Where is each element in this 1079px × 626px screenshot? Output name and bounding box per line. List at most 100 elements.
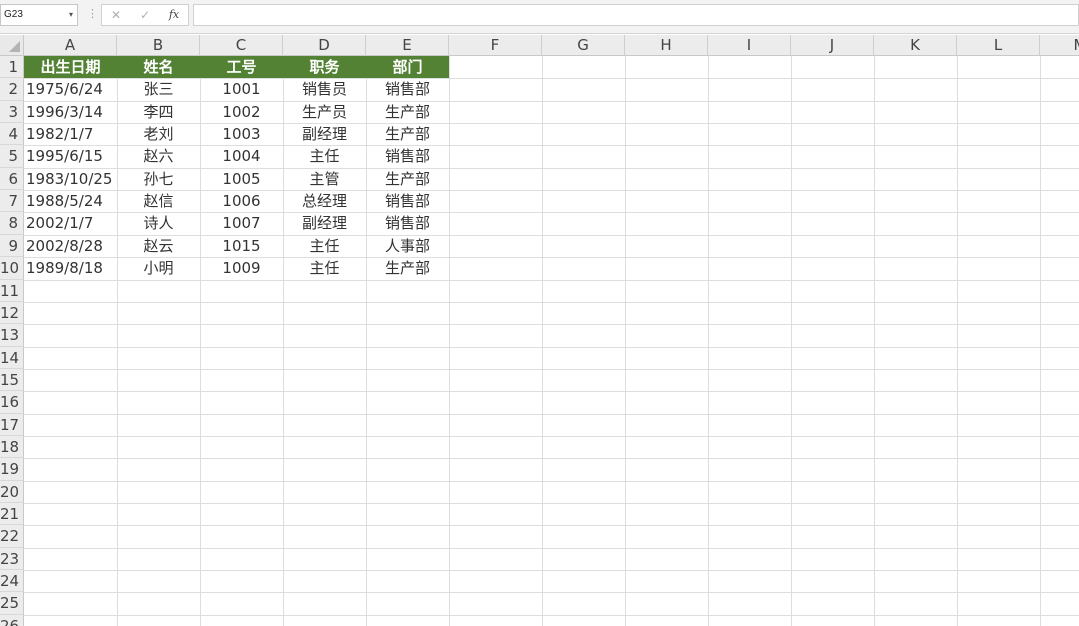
- table-cell[interactable]: 主管: [283, 168, 366, 190]
- table-cell[interactable]: 1003: [200, 123, 283, 145]
- table-cell[interactable]: 张三: [117, 78, 200, 100]
- row-header-15[interactable]: 15: [0, 369, 24, 391]
- table-header-cell[interactable]: 工号: [200, 56, 283, 78]
- column-gridline: [542, 56, 543, 626]
- insert-function-icon[interactable]: fx: [162, 5, 186, 25]
- column-header-k[interactable]: K: [874, 35, 957, 56]
- row-header-13[interactable]: 13: [0, 324, 24, 347]
- row-header-19[interactable]: 19: [0, 458, 24, 481]
- row-header-11[interactable]: 11: [0, 280, 24, 302]
- table-header-cell[interactable]: 部门: [366, 56, 449, 78]
- column-header-b[interactable]: B: [117, 35, 200, 56]
- column-header-h[interactable]: H: [625, 35, 708, 56]
- table-cell[interactable]: 销售员: [283, 78, 366, 100]
- table-cell[interactable]: 孙七: [117, 168, 200, 190]
- table-cell[interactable]: 1015: [200, 235, 283, 257]
- row-header-23[interactable]: 23: [0, 548, 24, 570]
- row-header-26[interactable]: 26: [0, 615, 24, 626]
- column-header-g[interactable]: G: [542, 35, 625, 56]
- column-header-l[interactable]: L: [957, 35, 1040, 56]
- table-cell[interactable]: 生产员: [283, 101, 366, 123]
- name-box[interactable]: G23 ▾: [0, 4, 78, 26]
- table-cell[interactable]: 1009: [200, 257, 283, 279]
- row-gridline: [24, 302, 1079, 303]
- row-header-4[interactable]: 4: [0, 123, 24, 145]
- row-header-5[interactable]: 5: [0, 145, 24, 168]
- table-cell[interactable]: 1001: [200, 78, 283, 100]
- table-header-cell[interactable]: 职务: [283, 56, 366, 78]
- row-header-25[interactable]: 25: [0, 592, 24, 615]
- row-header-1[interactable]: 1: [0, 56, 24, 78]
- row-header-16[interactable]: 16: [0, 391, 24, 414]
- table-cell[interactable]: 销售部: [366, 190, 449, 212]
- row-header-7[interactable]: 7: [0, 190, 24, 212]
- row-header-10[interactable]: 10: [0, 257, 24, 280]
- row-header-20[interactable]: 20: [0, 481, 24, 503]
- select-all-button[interactable]: [0, 35, 24, 56]
- table-cell[interactable]: 1995/6/15: [24, 145, 117, 167]
- row-header-12[interactable]: 12: [0, 302, 24, 324]
- table-cell[interactable]: 1989/8/18: [24, 257, 117, 279]
- column-header-m[interactable]: M: [1040, 35, 1079, 56]
- table-cell[interactable]: 小明: [117, 257, 200, 279]
- more-options-icon[interactable]: ⋮: [87, 6, 98, 22]
- row-header-8[interactable]: 8: [0, 212, 24, 235]
- row-header-14[interactable]: 14: [0, 347, 24, 369]
- column-header-i[interactable]: I: [708, 35, 791, 56]
- row-header-24[interactable]: 24: [0, 570, 24, 592]
- cancel-icon[interactable]: ✕: [104, 5, 128, 25]
- table-cell[interactable]: 副经理: [283, 212, 366, 234]
- table-cell[interactable]: 1982/1/7: [24, 123, 117, 145]
- row-header-18[interactable]: 18: [0, 436, 24, 458]
- table-cell[interactable]: 老刘: [117, 123, 200, 145]
- table-cell[interactable]: 销售部: [366, 78, 449, 100]
- table-cell[interactable]: 生产部: [366, 101, 449, 123]
- table-cell[interactable]: 李四: [117, 101, 200, 123]
- row-header-6[interactable]: 6: [0, 168, 24, 190]
- table-cell[interactable]: 总经理: [283, 190, 366, 212]
- table-cell[interactable]: 1983/10/25: [24, 168, 117, 190]
- row-header-17[interactable]: 17: [0, 414, 24, 436]
- row-header-22[interactable]: 22: [0, 525, 24, 548]
- table-cell[interactable]: 诗人: [117, 212, 200, 234]
- table-cell[interactable]: 1006: [200, 190, 283, 212]
- table-cell[interactable]: 主任: [283, 257, 366, 279]
- table-header-cell[interactable]: 姓名: [117, 56, 200, 78]
- table-cell[interactable]: 1996/3/14: [24, 101, 117, 123]
- table-cell[interactable]: 1002: [200, 101, 283, 123]
- table-cell[interactable]: 2002/8/28: [24, 235, 117, 257]
- column-gridline: [625, 56, 626, 626]
- table-header-cell[interactable]: 出生日期: [24, 56, 117, 78]
- table-cell[interactable]: 销售部: [366, 145, 449, 167]
- enter-icon[interactable]: ✓: [133, 5, 157, 25]
- table-cell[interactable]: 赵云: [117, 235, 200, 257]
- table-cell[interactable]: 副经理: [283, 123, 366, 145]
- table-cell[interactable]: 1005: [200, 168, 283, 190]
- table-cell[interactable]: 生产部: [366, 168, 449, 190]
- table-cell[interactable]: 销售部: [366, 212, 449, 234]
- table-cell[interactable]: 1004: [200, 145, 283, 167]
- table-cell[interactable]: 1988/5/24: [24, 190, 117, 212]
- table-cell[interactable]: 人事部: [366, 235, 449, 257]
- row-header-21[interactable]: 21: [0, 503, 24, 525]
- table-cell[interactable]: 主任: [283, 145, 366, 167]
- table-cell[interactable]: 2002/1/7: [24, 212, 117, 234]
- column-header-d[interactable]: D: [283, 35, 366, 56]
- row-header-2[interactable]: 2: [0, 78, 24, 101]
- column-header-e[interactable]: E: [366, 35, 449, 56]
- table-cell[interactable]: 生产部: [366, 123, 449, 145]
- table-cell[interactable]: 赵信: [117, 190, 200, 212]
- row-header-3[interactable]: 3: [0, 101, 24, 123]
- formula-input[interactable]: [193, 4, 1079, 26]
- column-header-f[interactable]: F: [449, 35, 542, 56]
- table-cell[interactable]: 赵六: [117, 145, 200, 167]
- column-header-c[interactable]: C: [200, 35, 283, 56]
- chevron-down-icon[interactable]: ▾: [69, 5, 73, 25]
- table-cell[interactable]: 主任: [283, 235, 366, 257]
- row-header-9[interactable]: 9: [0, 235, 24, 257]
- table-cell[interactable]: 生产部: [366, 257, 449, 279]
- table-cell[interactable]: 1975/6/24: [24, 78, 117, 100]
- column-header-a[interactable]: A: [24, 35, 117, 56]
- column-header-j[interactable]: J: [791, 35, 874, 56]
- table-cell[interactable]: 1007: [200, 212, 283, 234]
